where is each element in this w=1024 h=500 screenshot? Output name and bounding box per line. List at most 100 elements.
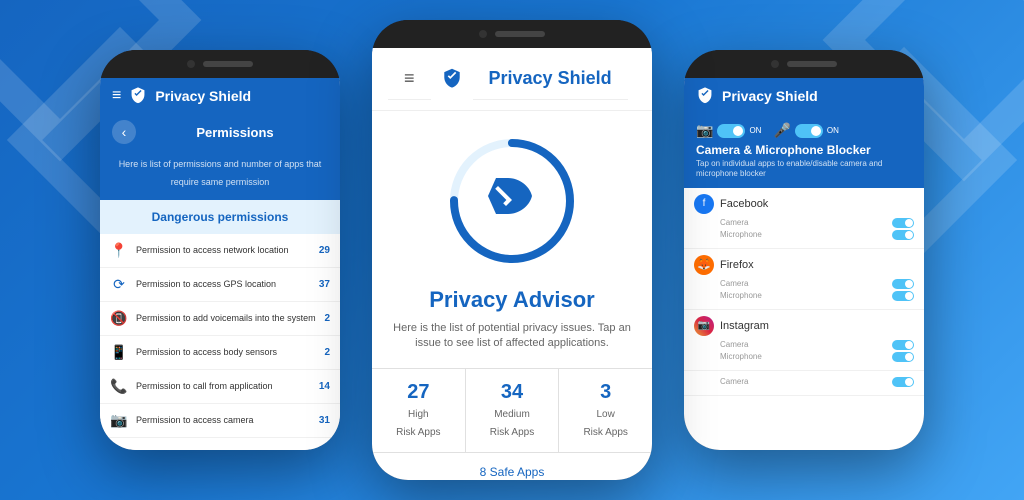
facebook-camera-row: Camera — [720, 218, 914, 228]
high-risk-label: HighRisk Apps — [396, 409, 440, 438]
center-hamburger-icon[interactable]: ≡ — [388, 58, 431, 100]
firefox-camera-row: Camera — [720, 279, 914, 289]
low-risk[interactable]: 3 LowRisk Apps — [559, 369, 652, 452]
list-item[interactable]: 📱 Permission to access body sensors 2 — [100, 336, 340, 370]
fourth-camera-toggle[interactable] — [892, 377, 914, 387]
camera-toggle-icon: 📷 — [696, 122, 713, 139]
cam-mic-toggles: 📷 ON 🎤 ON — [696, 122, 912, 139]
fourth-app-controls: Camera — [694, 377, 914, 387]
perm-text: Permission to access network location — [136, 245, 311, 257]
facebook-mic-toggle[interactable] — [892, 230, 914, 240]
mic-label: Microphone — [720, 230, 762, 239]
left-phone-top-bar — [100, 50, 340, 78]
permissions-subtitle: Here is list of permissions and number o… — [100, 150, 340, 200]
camera-icon: 📷 — [110, 412, 128, 429]
list-item[interactable]: ⟳ Permission to access GPS location 37 — [100, 268, 340, 302]
left-phone-camera — [187, 60, 195, 68]
instagram-mic-toggle[interactable] — [892, 352, 914, 362]
perm-text: Permission to access body sensors — [136, 347, 316, 359]
center-phone-camera — [479, 30, 487, 38]
center-shield-overlay — [487, 168, 537, 234]
firefox-mic-toggle[interactable] — [892, 291, 914, 301]
cam-mic-title: Camera & Microphone Blocker — [696, 143, 912, 157]
left-back-bar: ‹ Permissions — [100, 114, 340, 150]
privacy-circle — [442, 131, 582, 271]
firefox-icon: 🦊 — [694, 255, 714, 275]
low-risk-number: 3 — [565, 381, 646, 404]
list-item[interactable]: 📷 Instagram Camera Microphone — [684, 310, 924, 371]
phones-container: ≡ Privacy Shield ‹ Permissions Here is l… — [0, 0, 1024, 500]
firefox-name: Firefox — [720, 259, 754, 271]
mic-toggle[interactable] — [795, 124, 823, 138]
list-item[interactable]: 📍 Permission to access network location … — [100, 234, 340, 268]
list-item[interactable]: 📞 Permission to call from application 14 — [100, 370, 340, 404]
perm-text: Permission to call from application — [136, 381, 311, 393]
firefox-camera-toggle[interactable] — [892, 279, 914, 289]
permission-list: 📍 Permission to access network location … — [100, 234, 340, 450]
list-item[interactable]: 🦊 Firefox Camera Microphone — [684, 249, 924, 310]
permissions-subtitle-text: Here is list of permissions and number o… — [119, 159, 322, 187]
medium-risk[interactable]: 34 MediumRisk Apps — [466, 369, 560, 452]
call-icon: 📞 — [110, 378, 128, 395]
mic-toggle-group: 🎤 ON — [773, 122, 838, 139]
center-phone: ≡ Privacy Shield — [372, 20, 652, 480]
facebook-camera-toggle[interactable] — [892, 218, 914, 228]
left-app-title: Privacy Shield — [155, 88, 251, 104]
camera-label: Camera — [720, 377, 748, 386]
firefox-mic-row: Microphone — [720, 291, 914, 301]
mic-toggle-icon: 🎤 — [773, 122, 790, 139]
perm-count: 29 — [319, 245, 330, 256]
perm-count: 2 — [324, 347, 330, 358]
center-phone-speaker — [495, 31, 545, 37]
center-phone-screen: ≡ Privacy Shield — [372, 48, 652, 480]
perm-text: Permission to access camera — [136, 415, 311, 427]
camera-label: Camera — [720, 218, 748, 227]
dangerous-header: Dangerous permissions — [100, 200, 340, 234]
voicemail-icon: 📵 — [110, 310, 128, 327]
app-list: f Facebook Camera Microphone — [684, 188, 924, 396]
facebook-header: f Facebook — [694, 194, 914, 214]
list-item[interactable]: Camera — [684, 371, 924, 396]
perm-count: 2 — [324, 313, 330, 324]
list-item[interactable]: 👤 Permission to get accounts list 36 — [100, 438, 340, 450]
perm-text: Permission to access GPS location — [136, 279, 311, 291]
back-button[interactable]: ‹ — [112, 120, 136, 144]
camera-toggle[interactable] — [717, 124, 745, 138]
perm-count: 37 — [319, 279, 330, 290]
low-risk-label: LowRisk Apps — [583, 409, 627, 438]
left-phone: ≡ Privacy Shield ‹ Permissions Here is l… — [100, 50, 340, 450]
cam-mic-desc: Tap on individual apps to enable/disable… — [696, 159, 912, 180]
high-risk[interactable]: 27 HighRisk Apps — [372, 369, 466, 452]
firefox-header: 🦊 Firefox — [694, 255, 914, 275]
permissions-title: Permissions — [142, 125, 328, 140]
center-shield-icon — [441, 67, 463, 91]
facebook-controls: Camera Microphone — [694, 218, 914, 240]
facebook-mic-row: Microphone — [720, 230, 914, 240]
safe-apps-bar[interactable]: 8 Safe Apps — [372, 452, 652, 480]
perm-text: Permission to add voicemails into the sy… — [136, 313, 316, 325]
safe-apps-text: 8 Safe Apps — [480, 465, 545, 479]
perm-count: 14 — [319, 381, 330, 392]
camera-toggle-label: ON — [749, 126, 761, 135]
dangerous-title: Dangerous permissions — [152, 210, 289, 224]
right-phone-camera — [771, 60, 779, 68]
right-phone: Privacy Shield 📷 ON 🎤 ON Camera & — [684, 50, 924, 450]
mic-label: Microphone — [720, 352, 762, 361]
fourth-camera-row: Camera — [720, 377, 914, 387]
right-phone-screen: Privacy Shield 📷 ON 🎤 ON Camera & — [684, 78, 924, 450]
hamburger-icon[interactable]: ≡ — [112, 87, 121, 105]
network-location-icon: 📍 — [110, 242, 128, 259]
camera-label: Camera — [720, 340, 748, 349]
instagram-camera-toggle[interactable] — [892, 340, 914, 350]
risk-stats: 27 HighRisk Apps 34 MediumRisk Apps 3 Lo… — [372, 368, 652, 452]
list-item[interactable]: 📵 Permission to add voicemails into the … — [100, 302, 340, 336]
instagram-header: 📷 Instagram — [694, 316, 914, 336]
list-item[interactable]: f Facebook Camera Microphone — [684, 188, 924, 249]
list-item[interactable]: 📷 Permission to access camera 31 — [100, 404, 340, 438]
camera-mic-section: 📷 ON 🎤 ON Camera & Microphone Blocker Ta… — [684, 114, 924, 188]
left-phone-screen: ≡ Privacy Shield ‹ Permissions Here is l… — [100, 78, 340, 450]
perm-count: 36 — [319, 449, 330, 450]
camera-label: Camera — [720, 279, 748, 288]
right-app-title: Privacy Shield — [722, 88, 818, 104]
instagram-controls: Camera Microphone — [694, 340, 914, 362]
